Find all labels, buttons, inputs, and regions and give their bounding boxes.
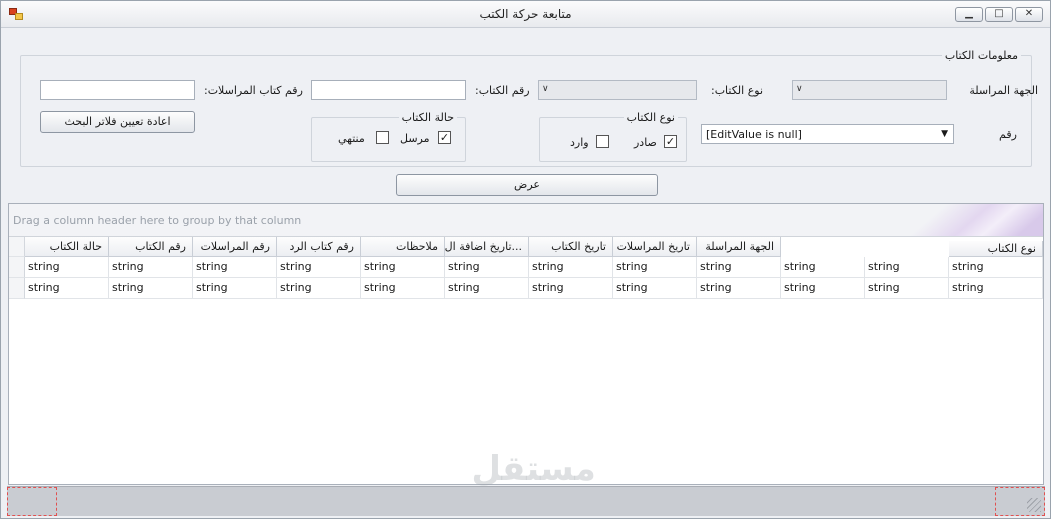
maximize-button[interactable]: □ <box>985 7 1013 22</box>
column-header[interactable]: تاريخ الكتاب <box>529 237 613 257</box>
grid-cell[interactable]: string <box>361 278 445 299</box>
column-header[interactable]: رقم المراسلات <box>193 237 277 257</box>
book-kind-group-title: نوع الكتاب <box>623 111 678 124</box>
correspondence-number-input[interactable] <box>40 80 195 100</box>
grid-cell[interactable]: string <box>865 278 949 299</box>
book-info-group: معلومات الكتاب الجهة المراسلة ∨ نوع الكت… <box>20 49 1038 167</box>
number-label: رقم <box>999 128 1017 141</box>
title-bar: متابعة حركة الكتب ▁ □ ✕ <box>1 1 1050 28</box>
main-window: متابعة حركة الكتب ▁ □ ✕ معلومات الكتاب ا… <box>0 0 1051 519</box>
grid-cell[interactable]: string <box>529 278 613 299</box>
close-button[interactable]: ✕ <box>1015 7 1043 22</box>
incoming-label: وارد <box>570 136 589 149</box>
column-header[interactable]: رقم الكتاب <box>109 237 193 257</box>
grid-cell[interactable]: string <box>781 257 865 278</box>
outgoing-checkbox[interactable]: ✓ <box>664 135 677 148</box>
minimize-button[interactable]: ▁ <box>955 7 983 22</box>
column-header[interactable]: ملاحظات <box>361 237 445 257</box>
grid-cell[interactable]: string <box>193 257 277 278</box>
window-title: متابعة حركة الكتب <box>479 7 572 21</box>
row-indicator[interactable] <box>9 257 25 278</box>
chevron-down-icon: ∨ <box>796 84 803 94</box>
grid-cell[interactable]: string <box>529 257 613 278</box>
book-type-label: نوع الكتاب: <box>711 84 764 97</box>
results-grid: Drag a column header here to group by th… <box>8 203 1044 485</box>
grid-cell[interactable]: string <box>613 257 697 278</box>
reset-filters-button[interactable]: اعادة تعيين فلاتر البحث <box>40 111 195 133</box>
grid-cell[interactable]: string <box>949 257 1043 278</box>
column-header[interactable]: تاريخ المراسلات <box>613 237 697 257</box>
grid-cell[interactable]: string <box>865 257 949 278</box>
panel-decoration <box>892 204 1043 236</box>
sent-checkbox[interactable]: ✓ <box>438 131 451 144</box>
finished-label: منتهي <box>338 132 365 145</box>
grid-cell[interactable]: string <box>109 278 193 299</box>
book-status-group-title: حالة الكتاب <box>398 111 457 124</box>
status-bar <box>7 486 1045 516</box>
dropdown-arrow-icon[interactable]: ▼ <box>941 129 948 139</box>
status-panel-left <box>7 487 57 516</box>
column-header[interactable]: ...تاريخ اضافة ال <box>445 237 529 257</box>
resize-grip-icon[interactable] <box>1027 498 1041 512</box>
correspondent-label: الجهة المراسلة <box>969 84 1038 97</box>
grid-cell[interactable]: string <box>277 278 361 299</box>
outgoing-label: صادر <box>634 136 657 149</box>
grid-cell[interactable]: string <box>193 278 277 299</box>
grid-cell[interactable]: string <box>277 257 361 278</box>
book-kind-group: نوع الكتاب ✓ صادر وارد <box>539 111 687 162</box>
grid-cell[interactable]: string <box>25 257 109 278</box>
book-status-group: حالة الكتاب ✓ مرسل منتهي <box>311 111 466 162</box>
grid-cell[interactable]: string <box>25 278 109 299</box>
incoming-checkbox[interactable] <box>596 135 609 148</box>
number-lookup-value: [EditValue is null] <box>706 128 802 141</box>
correspondent-combo[interactable]: ∨ <box>792 80 947 100</box>
grid-cell[interactable]: string <box>445 257 529 278</box>
grid-cell[interactable]: string <box>781 278 865 299</box>
row-indicator[interactable] <box>9 278 25 299</box>
book-number-label: رقم الكتاب: <box>475 84 530 97</box>
grid-cell[interactable]: string <box>949 278 1043 299</box>
number-lookup-edit[interactable]: [EditValue is null] ▼ <box>701 124 954 144</box>
header-indicator <box>9 237 25 257</box>
column-header[interactable]: الجهة المراسلة <box>697 237 781 257</box>
book-info-group-title: معلومات الكتاب <box>941 49 1021 62</box>
grid-cell[interactable]: string <box>697 278 781 299</box>
view-button[interactable]: عرض <box>396 174 658 196</box>
correspondence-number-label: رقم كتاب المراسلات: <box>204 84 303 97</box>
book-type-combo[interactable]: ∨ <box>538 80 697 100</box>
column-header-empty <box>781 237 949 257</box>
grid-cell[interactable]: string <box>445 278 529 299</box>
book-number-input[interactable] <box>311 80 466 100</box>
group-by-hint: Drag a column header here to group by th… <box>13 214 302 227</box>
column-header[interactable]: نوع الكتاب <box>949 241 1043 257</box>
chevron-down-icon: ∨ <box>542 84 549 94</box>
grid-cell[interactable]: string <box>361 257 445 278</box>
group-by-panel[interactable]: Drag a column header here to group by th… <box>9 204 1043 237</box>
sent-label: مرسل <box>400 132 430 145</box>
column-header[interactable]: رقم كتاب الرد <box>277 237 361 257</box>
column-header[interactable]: حالة الكتاب <box>25 237 109 257</box>
grid-cell[interactable]: string <box>109 257 193 278</box>
finished-checkbox[interactable] <box>376 131 389 144</box>
grid-cell[interactable]: string <box>613 278 697 299</box>
grid-cell[interactable]: string <box>697 257 781 278</box>
